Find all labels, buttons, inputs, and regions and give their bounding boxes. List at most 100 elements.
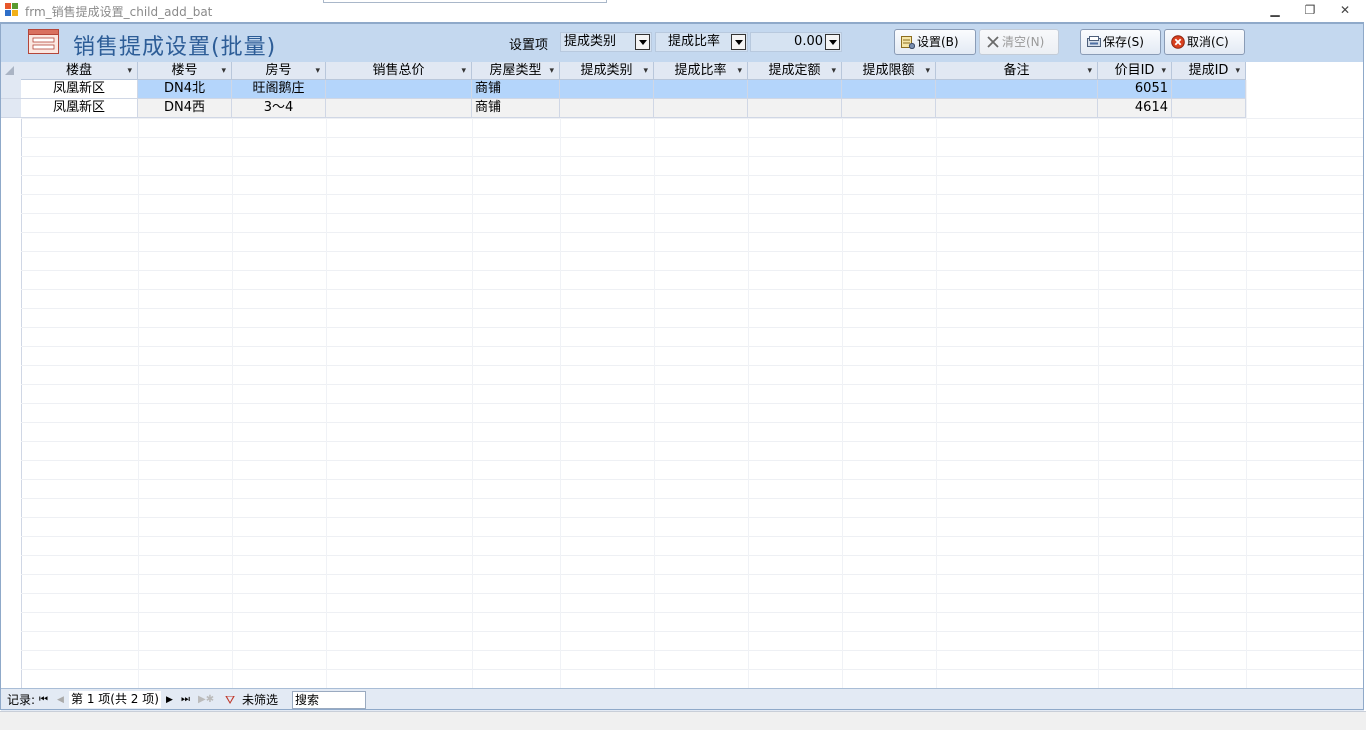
- cell-sales-total[interactable]: [326, 99, 472, 118]
- column-header-label: 楼号: [171, 63, 198, 78]
- sort-dropdown-icon[interactable]: ▾: [737, 62, 742, 79]
- clear-button[interactable]: 清空(N): [979, 29, 1059, 55]
- cell-commission-type[interactable]: [560, 99, 654, 118]
- grid-line: [842, 80, 843, 688]
- setting-amount-value: 0.00: [794, 34, 823, 49]
- window-title: frm_销售提成设置_child_add_bat: [25, 5, 213, 19]
- cell-commission-id[interactable]: [1172, 80, 1246, 99]
- save-button-label: 保存(S): [1103, 35, 1144, 49]
- record-selector[interactable]: [1, 80, 21, 99]
- column-header-label: 楼盘: [65, 63, 92, 78]
- chevron-down-icon[interactable]: [825, 34, 840, 50]
- page-title: 销售提成设置(批量): [73, 35, 277, 60]
- cell-commission-rate[interactable]: [654, 99, 748, 118]
- cell-commission-limit[interactable]: [842, 99, 936, 118]
- save-button[interactable]: 保存(S): [1080, 29, 1161, 55]
- cell-sales-total[interactable]: [326, 80, 472, 99]
- cell-remark[interactable]: [936, 80, 1098, 99]
- setting-type-combo[interactable]: 提成类别: [560, 32, 652, 52]
- sort-dropdown-icon[interactable]: ▾: [1087, 62, 1092, 79]
- column-header-building-estate[interactable]: 楼盘 ▾: [21, 62, 138, 80]
- cell-building-no[interactable]: DN4北: [138, 80, 232, 99]
- current-record-position[interactable]: 第 1 项(共 2 项): [69, 691, 161, 708]
- next-record-icon[interactable]: ▶: [166, 689, 173, 711]
- cell-remark[interactable]: [936, 99, 1098, 118]
- search-input[interactable]: 搜索: [292, 691, 366, 709]
- sort-dropdown-icon[interactable]: ▾: [643, 62, 648, 79]
- grid-line: [21, 232, 1364, 233]
- cell-commission-id[interactable]: [1172, 99, 1246, 118]
- restore-button[interactable]: ❐: [1293, 0, 1327, 20]
- sort-dropdown-icon[interactable]: ▾: [1235, 62, 1240, 79]
- cell-commission-fixed[interactable]: [748, 99, 842, 118]
- column-header-commission-id[interactable]: 提成ID ▾: [1172, 62, 1246, 80]
- cell-price-id[interactable]: 6051: [1098, 80, 1172, 99]
- cell-commission-type[interactable]: [560, 80, 654, 99]
- grid-line: [21, 441, 1364, 442]
- cell-room-no[interactable]: 3～4: [232, 99, 326, 118]
- chevron-down-icon[interactable]: [731, 34, 746, 50]
- column-header-house-type[interactable]: 房屋类型 ▾: [472, 62, 560, 80]
- sort-dropdown-icon[interactable]: ▾: [925, 62, 930, 79]
- status-bar: [0, 711, 1366, 730]
- grid-line: [472, 80, 473, 688]
- cell-building-estate[interactable]: 凤凰新区: [21, 80, 138, 99]
- grid-line: [21, 346, 1364, 347]
- previous-record-icon[interactable]: ◀: [57, 689, 64, 711]
- ribbon-edge: [323, 0, 607, 3]
- close-button[interactable]: ✕: [1328, 0, 1362, 20]
- grid-line: [21, 517, 1364, 518]
- select-all-corner[interactable]: [1, 62, 21, 81]
- column-header-label: 销售总价: [372, 63, 425, 78]
- chevron-down-icon[interactable]: [635, 34, 650, 50]
- set-button[interactable]: 设置(B): [894, 29, 976, 55]
- grid-line: [21, 137, 1364, 138]
- sort-dropdown-icon[interactable]: ▾: [549, 62, 554, 79]
- column-header-price-id[interactable]: 价目ID ▾: [1098, 62, 1172, 80]
- grid-line: [21, 308, 1364, 309]
- setting-field-combo[interactable]: 提成比率: [655, 32, 748, 52]
- cell-house-type[interactable]: 商铺: [472, 80, 560, 99]
- sort-dropdown-icon[interactable]: ▾: [315, 62, 320, 79]
- grid-line: [936, 80, 937, 688]
- column-header-label: 提成比率: [674, 63, 727, 78]
- column-header-commission-fixed[interactable]: 提成定额 ▾: [748, 62, 842, 80]
- cancel-button[interactable]: 取消(C): [1164, 29, 1245, 55]
- column-header-remark[interactable]: 备注 ▾: [936, 62, 1098, 80]
- record-selector[interactable]: [1, 99, 21, 118]
- sort-dropdown-icon[interactable]: ▾: [221, 62, 226, 79]
- column-header-commission-rate[interactable]: 提成比率 ▾: [654, 62, 748, 80]
- sort-dropdown-icon[interactable]: ▾: [831, 62, 836, 79]
- close-icon: [987, 36, 999, 48]
- cell-commission-limit[interactable]: [842, 80, 936, 99]
- column-header-sales-total[interactable]: 销售总价 ▾: [326, 62, 472, 80]
- column-header-building-no[interactable]: 楼号 ▾: [138, 62, 232, 80]
- column-header-label: 提成ID: [1188, 63, 1229, 78]
- setting-type-value: 提成类别: [564, 34, 617, 49]
- record-selector-column: [1, 62, 22, 688]
- column-header-commission-type[interactable]: 提成类别 ▾: [560, 62, 654, 80]
- cell-room-no[interactable]: 旺阁鹅庄: [232, 80, 326, 99]
- cell-commission-fixed[interactable]: [748, 80, 842, 99]
- cell-commission-rate[interactable]: [654, 80, 748, 99]
- cell-building-estate[interactable]: 凤凰新区: [21, 99, 138, 118]
- setting-amount-combo[interactable]: 0.00: [750, 32, 842, 52]
- column-header-room-no[interactable]: 房号 ▾: [232, 62, 326, 80]
- first-record-icon[interactable]: ⏮: [39, 689, 48, 711]
- sort-dropdown-icon[interactable]: ▾: [461, 62, 466, 79]
- cell-house-type[interactable]: 商铺: [472, 99, 560, 118]
- grid-line: [1098, 80, 1099, 688]
- minimize-button[interactable]: ▁: [1258, 0, 1292, 20]
- clear-button-label: 清空(N): [1002, 35, 1045, 49]
- datasheet: 楼盘 ▾ 楼号 ▾ 房号 ▾ 销售总价 ▾ 房屋类型 ▾ 提成类别 ▾ 提成比率 ▾ 提成定额 ▾ 提成限额 ▾ 备…: [1, 62, 1364, 688]
- sort-dropdown-icon[interactable]: ▾: [127, 62, 132, 79]
- column-header-label: 提成定额: [768, 63, 821, 78]
- filter-status[interactable]: 未筛选: [242, 689, 278, 711]
- column-header-commission-limit[interactable]: 提成限额 ▾: [842, 62, 936, 80]
- cell-price-id[interactable]: 4614: [1098, 99, 1172, 118]
- new-record-icon[interactable]: ▶✱: [198, 689, 214, 711]
- sort-dropdown-icon[interactable]: ▾: [1161, 62, 1166, 79]
- cell-building-no[interactable]: DN4西: [138, 99, 232, 118]
- last-record-icon[interactable]: ⏭: [181, 689, 190, 711]
- grid-line: [21, 384, 1364, 385]
